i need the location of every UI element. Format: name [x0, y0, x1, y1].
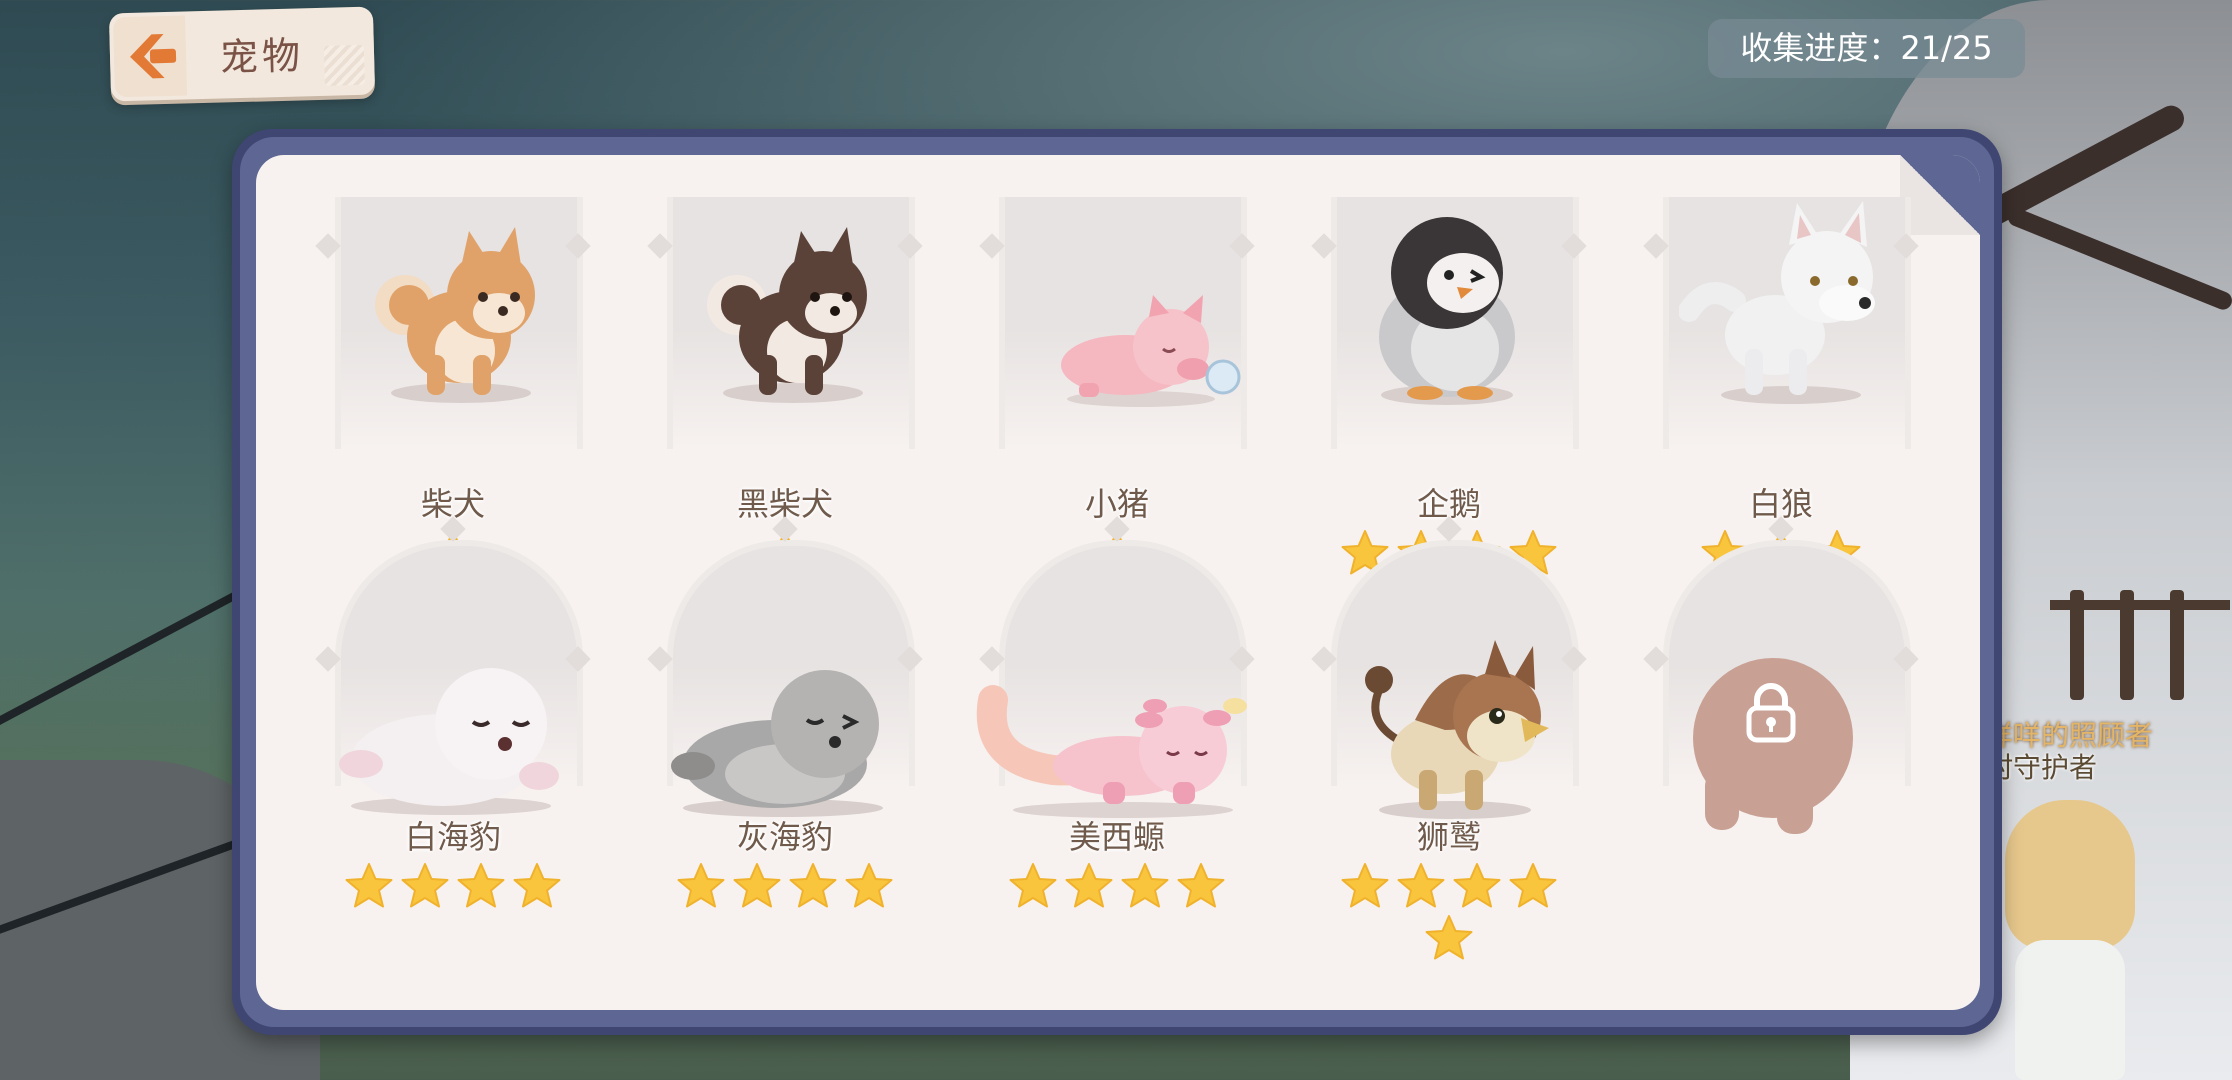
star-icon	[732, 862, 782, 910]
griffin-icon	[1365, 640, 1549, 819]
pet-card-white-seal[interactable]: 白海豹	[315, 516, 591, 908]
gray-seal-icon	[671, 670, 883, 817]
pet-name: 白海豹	[404, 818, 501, 856]
star-icon	[1508, 862, 1558, 910]
back-arrow-icon	[130, 34, 177, 79]
star-icon	[1340, 862, 1390, 910]
axolotl-icon	[976, 685, 1247, 818]
star-icon	[456, 862, 506, 910]
star-rating	[1317, 862, 1581, 960]
star-rating	[321, 862, 585, 914]
star-icon	[400, 862, 450, 910]
pet-card-gray-seal[interactable]: 灰海豹	[647, 516, 923, 908]
star-icon	[676, 862, 726, 910]
shiba-icon	[375, 227, 535, 403]
star-icon	[1176, 862, 1226, 910]
white-seal-icon	[339, 668, 559, 815]
pet-card-black-shiba[interactable]: 黑柴犬	[647, 197, 923, 575]
star-icon	[1064, 862, 1114, 910]
pet-card-piglet[interactable]: 小猪	[979, 197, 1255, 575]
star-rating	[1649, 862, 1913, 914]
lock-icon	[1746, 683, 1796, 743]
collection-progress-text: 收集进度：21/25	[1740, 29, 1993, 67]
pet-name: 狮鹫	[1416, 818, 1481, 856]
pet-card-penguin[interactable]: 企鹅	[1311, 197, 1587, 627]
page-title: 宠物	[219, 33, 305, 80]
collection-progress: 收集进度：21/25	[1708, 19, 2025, 78]
pet-name: 美西螈	[1068, 818, 1165, 856]
star-icon	[512, 862, 562, 910]
pet-name: 灰海豹	[736, 818, 833, 856]
pet-card-white-wolf[interactable]: 白狼	[1643, 197, 1919, 575]
npc-label: 咩咩的照顾者 村守护者	[1985, 720, 2153, 784]
star-icon	[1452, 862, 1502, 910]
piglet-icon	[1061, 295, 1241, 407]
npc-title: 咩咩的照顾者	[1985, 719, 2154, 752]
pet-card-axolotl[interactable]: 美西螈	[976, 516, 1255, 908]
pet-card-griffin[interactable]: 狮鹫	[1311, 516, 1587, 960]
black-shiba-icon	[707, 227, 867, 403]
paper-corner-decoration	[323, 44, 365, 86]
star-icon	[844, 862, 894, 910]
star-rating	[985, 862, 1249, 914]
pet-card-shiba[interactable]: 柴犬	[315, 197, 591, 575]
pet-card-locked[interactable]	[1643, 516, 1919, 834]
star-icon	[1424, 914, 1474, 962]
npc-role: 村守护者	[1985, 751, 2098, 784]
star-icon	[344, 862, 394, 910]
background-fence	[2050, 590, 2230, 730]
pet-collection-panel: 柴犬 黑柴犬 小猪 企鹅 白狼 白海豹 灰海豹 美西螈 狮鹫	[256, 155, 1980, 1010]
npc-character[interactable]	[2005, 800, 2135, 1080]
star-rating	[653, 862, 917, 914]
star-icon	[1008, 862, 1058, 910]
penguin-icon	[1379, 217, 1515, 405]
back-button[interactable]: 宠物	[108, 6, 376, 102]
star-icon	[1120, 862, 1170, 910]
white-wolf-icon	[1679, 201, 1875, 404]
star-icon	[1396, 862, 1446, 910]
star-icon	[788, 862, 838, 910]
